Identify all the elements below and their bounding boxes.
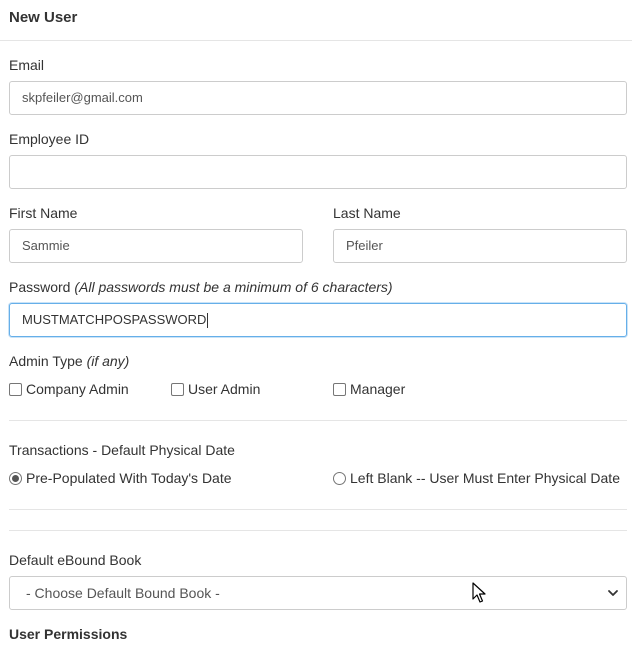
left-blank-date-radio[interactable]: Left Blank -- User Must Enter Physical D…: [333, 470, 620, 486]
admin-type-hint: (if any): [86, 353, 130, 369]
last-name-label: Last Name: [333, 205, 401, 221]
user-admin-label: User Admin: [188, 381, 261, 397]
password-label-text: Password: [9, 279, 71, 295]
email-field[interactable]: skpfeiler@gmail.com: [9, 81, 627, 115]
manager-checkbox[interactable]: Manager: [333, 381, 405, 397]
default-bound-book-value: - Choose Default Bound Book -: [26, 585, 220, 601]
chevron-down-icon: [608, 590, 618, 596]
company-admin-checkbox[interactable]: Company Admin: [9, 381, 129, 397]
password-hint: (All passwords must be a minimum of 6 ch…: [74, 279, 393, 295]
manager-label: Manager: [350, 381, 406, 397]
employee-id-label: Employee ID: [9, 131, 90, 147]
admin-type-label-text: Admin Type: [9, 353, 83, 369]
page-title: New User: [9, 9, 78, 26]
prepopulated-date-radio[interactable]: Pre-Populated With Today's Date: [9, 470, 232, 486]
default-bound-book-select[interactable]: - Choose Default Bound Book -: [9, 576, 627, 610]
new-user-form: New User Email skpfeiler@gmail.com Emplo…: [0, 0, 632, 647]
section-divider: [9, 530, 627, 531]
left-blank-date-label: Left Blank -- User Must Enter Physical D…: [350, 470, 620, 486]
user-permissions-title: User Permissions: [9, 626, 128, 642]
user-admin-checkbox[interactable]: User Admin: [171, 381, 260, 397]
password-label: Password (All passwords must be a minimu…: [9, 279, 393, 295]
text-caret: [207, 313, 209, 329]
password-field[interactable]: MUSTMATCHPOSPASSWORD: [9, 303, 627, 337]
default-bound-book-label: Default eBound Book: [9, 552, 142, 568]
section-divider: [9, 420, 627, 421]
email-label: Email: [9, 57, 45, 73]
form-header: New User: [0, 0, 632, 41]
mouse-pointer-icon: [472, 582, 486, 603]
radio-button-checked[interactable]: [9, 471, 22, 485]
radio-button[interactable]: [333, 471, 346, 485]
employee-id-field[interactable]: [9, 155, 627, 189]
first-name-label: First Name: [9, 205, 78, 221]
admin-type-label: Admin Type (if any): [9, 353, 129, 369]
section-divider: [9, 509, 627, 510]
transactions-label: Transactions - Default Physical Date: [9, 442, 235, 458]
first-name-field[interactable]: Sammie: [9, 229, 303, 263]
checkbox-box[interactable]: [171, 382, 184, 396]
checkbox-box[interactable]: [333, 382, 346, 396]
prepopulated-date-label: Pre-Populated With Today's Date: [26, 470, 232, 486]
last-name-field[interactable]: Pfeiler: [333, 229, 627, 263]
password-value: MUSTMATCHPOSPASSWORD: [22, 312, 207, 327]
checkbox-box[interactable]: [9, 382, 22, 396]
company-admin-label: Company Admin: [26, 381, 129, 397]
